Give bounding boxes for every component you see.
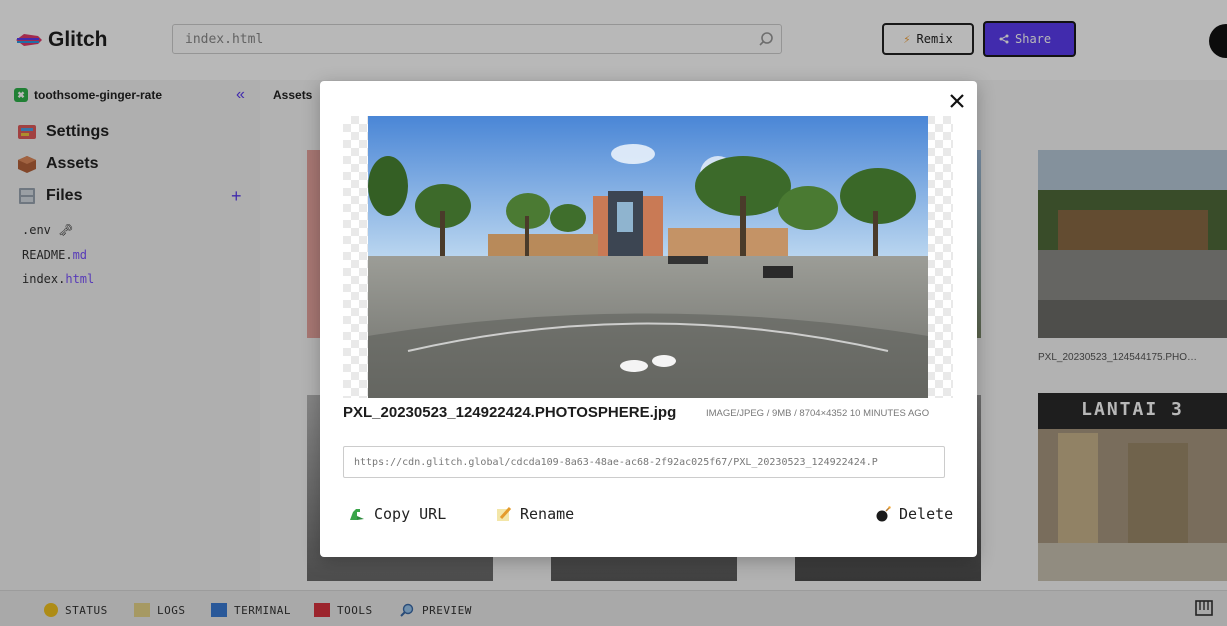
copy-dinosaur-icon [350,509,364,520]
asset-filename: PXL_20230523_124922424.PHOTOSPHERE.jpg [343,404,677,421]
asset-metadata: IMAGE/JPEG / 9MB / 8704×4352 10 MINUTES … [706,408,930,419]
image-preview [343,116,953,398]
close-icon[interactable] [947,91,967,111]
delete-label: Delete [899,505,954,523]
asset-details-modal: PXL_20230523_124922424.PHOTOSPHERE.jpg I… [320,81,977,557]
rename-button[interactable]: Rename [496,505,574,523]
bomb-icon [876,506,891,522]
rename-label: Rename [520,505,575,523]
asset-url-field[interactable] [343,446,945,478]
copy-url-button[interactable]: Copy URL [348,505,446,523]
delete-button[interactable]: Delete [875,505,953,523]
copy-url-label: Copy URL [374,505,447,523]
photosphere-image [368,116,928,398]
pencil-memo-icon [497,506,512,521]
